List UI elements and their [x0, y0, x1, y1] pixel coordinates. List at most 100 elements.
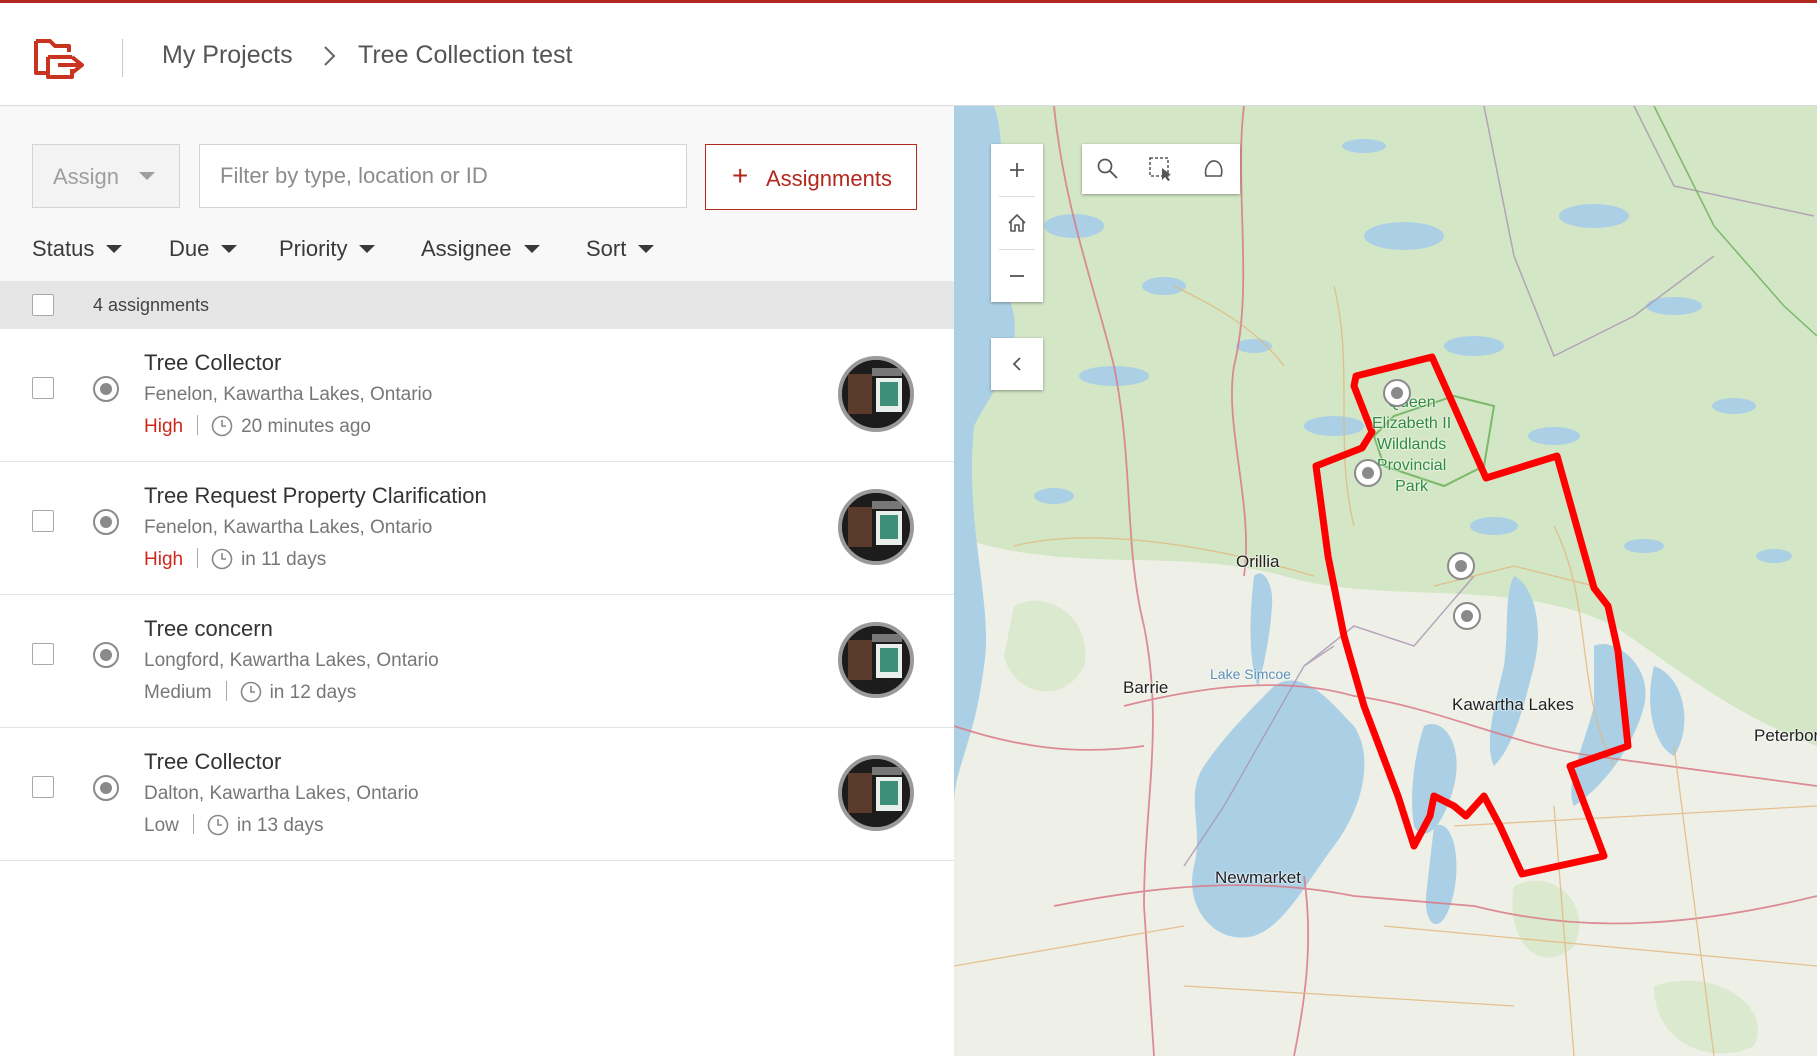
assignment-marker[interactable] [1447, 552, 1475, 580]
caret-down-icon [139, 172, 155, 180]
assignment-row[interactable]: Tree concern Longford, Kawartha Lakes, O… [0, 595, 954, 728]
assignment-marker[interactable] [1453, 602, 1481, 630]
search-map-button[interactable] [1082, 144, 1134, 194]
assignment-location: Fenelon, Kawartha Lakes, Ontario [144, 384, 433, 405]
filter-status[interactable]: Status [32, 236, 123, 262]
header-divider [122, 39, 123, 77]
assignment-meta: High 20 minutes ago [144, 415, 371, 438]
assignment-meta: Low in 13 days [144, 814, 323, 837]
filter-due[interactable]: Due [169, 236, 238, 262]
assignment-type-icon [93, 775, 119, 801]
lasso-icon [1204, 160, 1223, 177]
caret-down-icon [359, 245, 376, 253]
meta-divider [197, 548, 199, 568]
plus-icon: + [732, 160, 749, 191]
search-icon [1097, 158, 1118, 179]
caret-down-icon [221, 245, 238, 253]
assignment-count: 4 assignments [93, 295, 210, 315]
assignment-row[interactable]: Tree Collector Dalton, Kawartha Lakes, O… [0, 728, 954, 861]
caret-down-icon [638, 245, 655, 253]
filter-input[interactable] [199, 144, 687, 208]
region-label-kawartha: Kawartha Lakes [1452, 695, 1574, 714]
assignment-marker[interactable] [1354, 459, 1382, 487]
breadcrumb-my-projects[interactable]: My Projects [162, 41, 293, 70]
avatar-photo [842, 759, 910, 827]
add-assignments-label: Assignments [766, 166, 892, 191]
rectangle-select-icon [1149, 157, 1171, 181]
assignment-count-bar: 4 assignments [0, 281, 954, 329]
map-tools [1082, 144, 1240, 194]
row-checkbox[interactable] [32, 510, 54, 532]
meta-divider [225, 681, 227, 701]
assignment-type-icon [93, 642, 119, 668]
avatar-photo [842, 493, 910, 561]
clock-icon [240, 681, 261, 703]
chevron-left-icon [1012, 357, 1021, 371]
add-assignments-button[interactable]: + Assignments [705, 144, 917, 210]
assignments-panel: Assign + Assignments Status Due Priority… [0, 106, 954, 1056]
due-label: 20 minutes ago [241, 416, 371, 437]
zoom-controls [991, 144, 1043, 302]
row-checkbox[interactable] [32, 776, 54, 798]
assignment-location: Fenelon, Kawartha Lakes, Ontario [144, 517, 433, 538]
collapse-panel-button[interactable] [991, 338, 1043, 390]
map-view[interactable]: Queen Elizabeth II Wildlands Provincial Park… [954, 106, 1817, 1056]
priority-label: High [144, 549, 184, 570]
basemap [954, 106, 1817, 1056]
avatar-photo [842, 626, 910, 694]
assignee-avatar[interactable] [838, 489, 914, 565]
folder-arrow-logo-icon[interactable] [32, 33, 86, 81]
zoom-in-button[interactable] [991, 144, 1043, 196]
clock-icon [207, 814, 229, 836]
priority-label: Medium [144, 682, 212, 703]
row-checkbox[interactable] [32, 643, 54, 665]
assignment-row[interactable]: Tree Request Property Clarification Fene… [0, 462, 954, 595]
zoom-out-button[interactable] [991, 250, 1043, 302]
assignment-marker[interactable] [1383, 379, 1411, 407]
minus-icon [1010, 275, 1024, 277]
assignment-meta: High in 11 days [144, 548, 326, 571]
due-label: in 13 days [236, 815, 324, 836]
filter-sort[interactable]: Sort [586, 236, 655, 262]
home-icon [1008, 214, 1026, 232]
assignment-title: Tree Collector [144, 749, 282, 774]
assignment-location: Dalton, Kawartha Lakes, Ontario [144, 783, 419, 804]
assignee-avatar[interactable] [838, 356, 914, 432]
assignee-avatar[interactable] [838, 622, 914, 698]
assignment-location: Longford, Kawartha Lakes, Ontario [144, 650, 439, 671]
city-label-newmarket: Newmarket [1215, 868, 1301, 887]
due-label: in 11 days [241, 549, 327, 570]
assignment-row[interactable]: Tree Collector Fenelon, Kawartha Lakes, … [0, 329, 954, 462]
priority-label: Low [144, 815, 179, 836]
city-label-barrie: Barrie [1123, 678, 1169, 697]
home-button[interactable] [991, 197, 1043, 249]
filter-assignee[interactable]: Assignee [421, 236, 540, 262]
assignment-title: Tree concern [144, 616, 273, 641]
app-header: My Projects Tree Collection test [0, 3, 1817, 106]
meta-divider [192, 814, 194, 834]
lake-label-simcoe: Lake Simcoe [1210, 666, 1291, 682]
assignee-avatar[interactable] [838, 755, 914, 831]
select-all-checkbox[interactable] [32, 294, 54, 316]
assignment-title: Tree Collector [144, 350, 282, 375]
clock-icon [211, 548, 233, 570]
assignments-toolbar: Assign + Assignments Status Due Priority… [0, 106, 954, 281]
due-label: in 12 days [269, 682, 357, 703]
select-by-lasso-button[interactable] [1188, 144, 1240, 194]
filter-priority[interactable]: Priority [279, 236, 376, 262]
clock-icon [211, 415, 233, 437]
assignment-title: Tree Request Property Clarification [144, 483, 487, 508]
assign-dropdown[interactable]: Assign [32, 144, 180, 208]
assignment-meta: Medium in 12 days [144, 681, 356, 704]
meta-divider [197, 415, 199, 435]
row-checkbox[interactable] [32, 377, 54, 399]
caret-down-icon [523, 245, 540, 253]
assignment-type-icon [93, 376, 119, 402]
plus-icon [1010, 163, 1024, 177]
select-by-rectangle-button[interactable] [1135, 144, 1187, 194]
priority-label: High [144, 416, 184, 437]
caret-down-icon [106, 245, 123, 253]
assign-dropdown-label: Assign [53, 164, 120, 189]
avatar-photo [842, 360, 910, 428]
park-label: Queen Elizabeth II Wildlands Provincial Park [1372, 394, 1452, 495]
